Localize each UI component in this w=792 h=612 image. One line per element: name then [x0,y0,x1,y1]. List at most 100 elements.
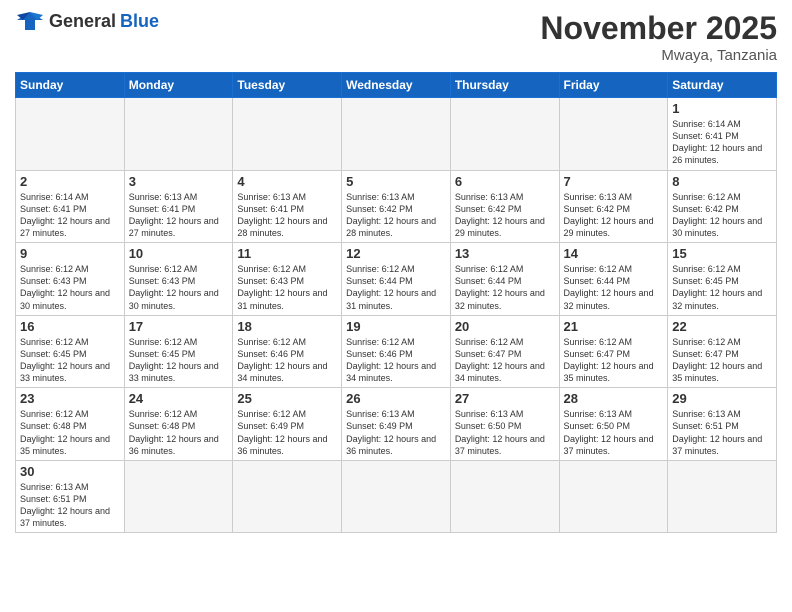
day-number: 20 [455,319,555,334]
logo-blue-text: Blue [120,11,159,32]
day-info: Sunrise: 6:12 AMSunset: 6:48 PMDaylight:… [129,408,229,457]
empty-cell [559,98,668,171]
header-monday: Monday [124,73,233,98]
table-row: 2 Sunrise: 6:14 AMSunset: 6:41 PMDayligh… [16,170,777,243]
location: Mwaya, Tanzania [540,47,777,64]
day-number: 6 [455,174,555,189]
day-info: Sunrise: 6:12 AMSunset: 6:46 PMDaylight:… [346,336,446,385]
day-19: 19 Sunrise: 6:12 AMSunset: 6:46 PMDaylig… [342,315,451,388]
header-sunday: Sunday [16,73,125,98]
day-info: Sunrise: 6:13 AMSunset: 6:41 PMDaylight:… [129,191,229,240]
day-number: 14 [564,246,664,261]
day-7: 7 Sunrise: 6:13 AMSunset: 6:42 PMDayligh… [559,170,668,243]
day-number: 23 [20,391,120,406]
header-wednesday: Wednesday [342,73,451,98]
day-16: 16 Sunrise: 6:12 AMSunset: 6:45 PMDaylig… [16,315,125,388]
day-number: 19 [346,319,446,334]
header: GeneralBlue November 2025 Mwaya, Tanzani… [15,10,777,64]
day-number: 18 [237,319,337,334]
day-number: 5 [346,174,446,189]
day-14: 14 Sunrise: 6:12 AMSunset: 6:44 PMDaylig… [559,243,668,316]
day-number: 15 [672,246,772,261]
day-number: 26 [346,391,446,406]
day-18: 18 Sunrise: 6:12 AMSunset: 6:46 PMDaylig… [233,315,342,388]
day-number: 10 [129,246,229,261]
day-info: Sunrise: 6:12 AMSunset: 6:45 PMDaylight:… [20,336,120,385]
empty-cell [233,460,342,533]
day-12: 12 Sunrise: 6:12 AMSunset: 6:44 PMDaylig… [342,243,451,316]
day-number: 8 [672,174,772,189]
empty-cell [124,460,233,533]
day-info: Sunrise: 6:12 AMSunset: 6:45 PMDaylight:… [129,336,229,385]
day-info: Sunrise: 6:12 AMSunset: 6:43 PMDaylight:… [20,263,120,312]
day-10: 10 Sunrise: 6:12 AMSunset: 6:43 PMDaylig… [124,243,233,316]
day-20: 20 Sunrise: 6:12 AMSunset: 6:47 PMDaylig… [450,315,559,388]
day-29: 29 Sunrise: 6:13 AMSunset: 6:51 PMDaylig… [668,388,777,461]
day-info: Sunrise: 6:13 AMSunset: 6:41 PMDaylight:… [237,191,337,240]
day-number: 30 [20,464,120,479]
empty-cell [559,460,668,533]
day-8: 8 Sunrise: 6:12 AMSunset: 6:42 PMDayligh… [668,170,777,243]
logo-general-text: General [49,11,116,32]
day-5: 5 Sunrise: 6:13 AMSunset: 6:42 PMDayligh… [342,170,451,243]
table-row: 1 Sunrise: 6:14 AMSunset: 6:41 PMDayligh… [16,98,777,171]
day-info: Sunrise: 6:13 AMSunset: 6:42 PMDaylight:… [564,191,664,240]
day-info: Sunrise: 6:13 AMSunset: 6:51 PMDaylight:… [672,408,772,457]
day-info: Sunrise: 6:12 AMSunset: 6:44 PMDaylight:… [455,263,555,312]
day-number: 3 [129,174,229,189]
day-info: Sunrise: 6:12 AMSunset: 6:44 PMDaylight:… [564,263,664,312]
table-row: 30 Sunrise: 6:13 AMSunset: 6:51 PMDaylig… [16,460,777,533]
day-11: 11 Sunrise: 6:12 AMSunset: 6:43 PMDaylig… [233,243,342,316]
day-17: 17 Sunrise: 6:12 AMSunset: 6:45 PMDaylig… [124,315,233,388]
empty-cell [450,98,559,171]
day-info: Sunrise: 6:13 AMSunset: 6:51 PMDaylight:… [20,481,120,530]
day-number: 25 [237,391,337,406]
day-info: Sunrise: 6:13 AMSunset: 6:49 PMDaylight:… [346,408,446,457]
day-info: Sunrise: 6:12 AMSunset: 6:44 PMDaylight:… [346,263,446,312]
day-info: Sunrise: 6:12 AMSunset: 6:43 PMDaylight:… [237,263,337,312]
header-thursday: Thursday [450,73,559,98]
day-number: 28 [564,391,664,406]
empty-cell [450,460,559,533]
day-info: Sunrise: 6:14 AMSunset: 6:41 PMDaylight:… [672,118,772,167]
day-1: 1 Sunrise: 6:14 AMSunset: 6:41 PMDayligh… [668,98,777,171]
day-info: Sunrise: 6:12 AMSunset: 6:47 PMDaylight:… [455,336,555,385]
day-number: 4 [237,174,337,189]
day-info: Sunrise: 6:12 AMSunset: 6:48 PMDaylight:… [20,408,120,457]
empty-cell [342,98,451,171]
day-number: 17 [129,319,229,334]
day-27: 27 Sunrise: 6:13 AMSunset: 6:50 PMDaylig… [450,388,559,461]
day-info: Sunrise: 6:13 AMSunset: 6:42 PMDaylight:… [455,191,555,240]
day-26: 26 Sunrise: 6:13 AMSunset: 6:49 PMDaylig… [342,388,451,461]
day-4: 4 Sunrise: 6:13 AMSunset: 6:41 PMDayligh… [233,170,342,243]
day-number: 22 [672,319,772,334]
day-9: 9 Sunrise: 6:12 AMSunset: 6:43 PMDayligh… [16,243,125,316]
header-saturday: Saturday [668,73,777,98]
calendar-table: Sunday Monday Tuesday Wednesday Thursday… [15,72,777,533]
month-title: November 2025 [540,10,777,47]
day-3: 3 Sunrise: 6:13 AMSunset: 6:41 PMDayligh… [124,170,233,243]
day-info: Sunrise: 6:12 AMSunset: 6:46 PMDaylight:… [237,336,337,385]
day-info: Sunrise: 6:12 AMSunset: 6:49 PMDaylight:… [237,408,337,457]
day-number: 9 [20,246,120,261]
day-info: Sunrise: 6:14 AMSunset: 6:41 PMDaylight:… [20,191,120,240]
day-number: 2 [20,174,120,189]
table-row: 16 Sunrise: 6:12 AMSunset: 6:45 PMDaylig… [16,315,777,388]
day-info: Sunrise: 6:13 AMSunset: 6:50 PMDaylight:… [455,408,555,457]
day-30: 30 Sunrise: 6:13 AMSunset: 6:51 PMDaylig… [16,460,125,533]
logo-area: GeneralBlue [15,10,159,32]
day-13: 13 Sunrise: 6:12 AMSunset: 6:44 PMDaylig… [450,243,559,316]
day-number: 24 [129,391,229,406]
header-tuesday: Tuesday [233,73,342,98]
day-number: 29 [672,391,772,406]
day-info: Sunrise: 6:13 AMSunset: 6:50 PMDaylight:… [564,408,664,457]
empty-cell [16,98,125,171]
empty-cell [342,460,451,533]
page: GeneralBlue November 2025 Mwaya, Tanzani… [0,0,792,612]
day-24: 24 Sunrise: 6:12 AMSunset: 6:48 PMDaylig… [124,388,233,461]
day-number: 16 [20,319,120,334]
day-2: 2 Sunrise: 6:14 AMSunset: 6:41 PMDayligh… [16,170,125,243]
table-row: 9 Sunrise: 6:12 AMSunset: 6:43 PMDayligh… [16,243,777,316]
day-info: Sunrise: 6:12 AMSunset: 6:45 PMDaylight:… [672,263,772,312]
day-number: 7 [564,174,664,189]
